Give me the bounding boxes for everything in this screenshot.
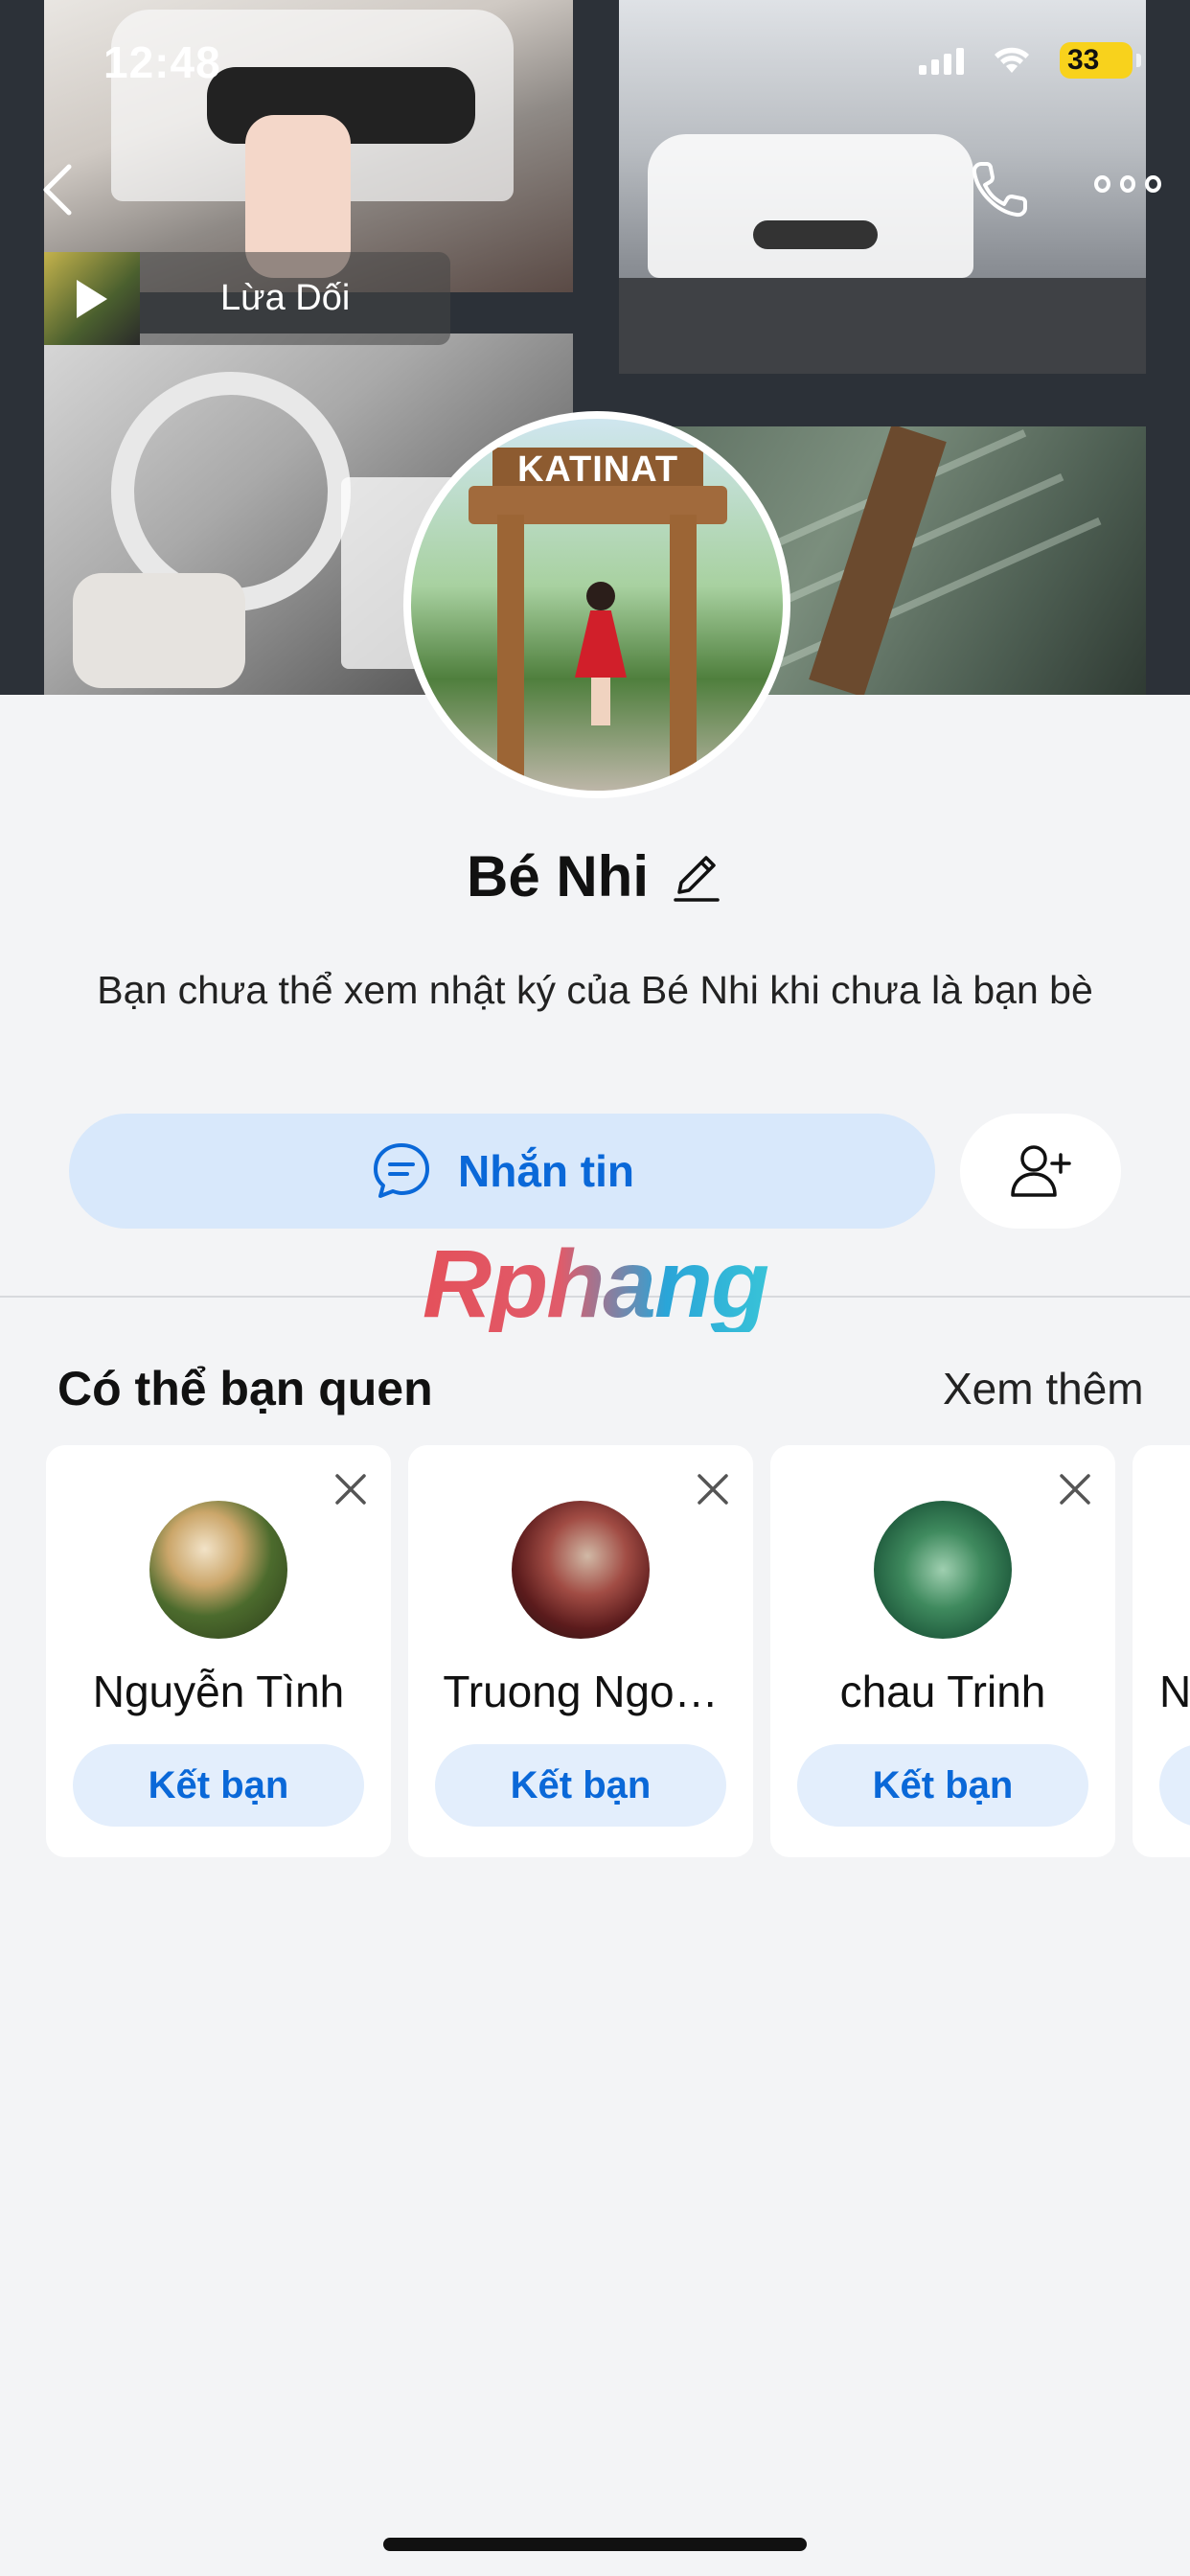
suggestion-name: Truong Ngo… (443, 1667, 719, 1716)
battery-icon: 33 (1060, 42, 1141, 79)
chat-bubble-icon (374, 1143, 429, 1198)
battery-level: 33 (1067, 44, 1100, 76)
avatar[interactable] (512, 1501, 650, 1639)
more-options-icon[interactable] (1094, 175, 1162, 204)
suggestions-title: Có thể bạn quen (57, 1362, 433, 1415)
signal-icon (919, 46, 964, 75)
music-thumbnail (44, 252, 140, 345)
phone-icon[interactable] (968, 158, 1031, 221)
home-indicator[interactable] (383, 2538, 807, 2551)
suggestion-name: Nguyễn Tình (92, 1667, 345, 1716)
add-user-icon (1011, 1145, 1071, 1197)
suggestion-carousel[interactable]: Nguyễn Tình Kết bạn Truong Ngo… Kết bạn … (46, 1445, 1190, 1857)
avatar[interactable] (149, 1501, 287, 1639)
status-icons: 33 (919, 42, 1141, 79)
suggestion-name: chau Trinh (839, 1667, 1046, 1716)
close-icon[interactable] (694, 1470, 732, 1508)
add-friend-button[interactable]: Kết bạn (435, 1744, 726, 1827)
avatar[interactable] (874, 1501, 1012, 1639)
privacy-notice: Bạn chưa thể xem nhật ký của Bé Nhi khi … (97, 968, 1093, 1012)
suggestion-card[interactable]: N (1133, 1445, 1190, 1857)
suggestion-name: N (1159, 1667, 1190, 1716)
watermark-logo: Rphang (418, 1236, 772, 1332)
close-icon[interactable] (332, 1470, 370, 1508)
close-icon[interactable] (1056, 1470, 1094, 1508)
add-friend-button[interactable]: Kết bạn (797, 1744, 1088, 1827)
back-icon[interactable] (38, 161, 77, 218)
wifi-icon (995, 47, 1029, 73)
profile-name-row: Bé Nhi (0, 843, 1190, 909)
status-time: 12:48 (103, 37, 221, 87)
suggestion-card[interactable]: chau Trinh Kết bạn (770, 1445, 1115, 1857)
suggestion-card[interactable]: Nguyễn Tình Kết bạn (46, 1445, 391, 1857)
music-title: Lừa Dối (220, 278, 351, 318)
profile-avatar[interactable]: KATINAT (403, 411, 790, 798)
play-icon[interactable] (77, 279, 107, 318)
add-friend-button[interactable] (1159, 1744, 1190, 1827)
profile-name: Bé Nhi (466, 844, 650, 908)
profile-music-player[interactable]: Lừa Dối (44, 252, 450, 345)
message-button[interactable]: Nhắn tin (69, 1114, 935, 1229)
profile-page: 12:48 33 Lừa Dối KATINAT Bé Nhi Bạn chưa… (0, 0, 1190, 2576)
suggestion-card[interactable]: Truong Ngo… Kết bạn (408, 1445, 753, 1857)
add-friend-button[interactable] (960, 1114, 1121, 1229)
message-button-label: Nhắn tin (458, 1146, 634, 1196)
edit-pencil-icon[interactable] (670, 850, 723, 904)
avatar-photo: KATINAT (411, 419, 783, 791)
see-more-link[interactable]: Xem thêm (943, 1363, 1144, 1414)
add-friend-button[interactable]: Kết bạn (73, 1744, 364, 1827)
